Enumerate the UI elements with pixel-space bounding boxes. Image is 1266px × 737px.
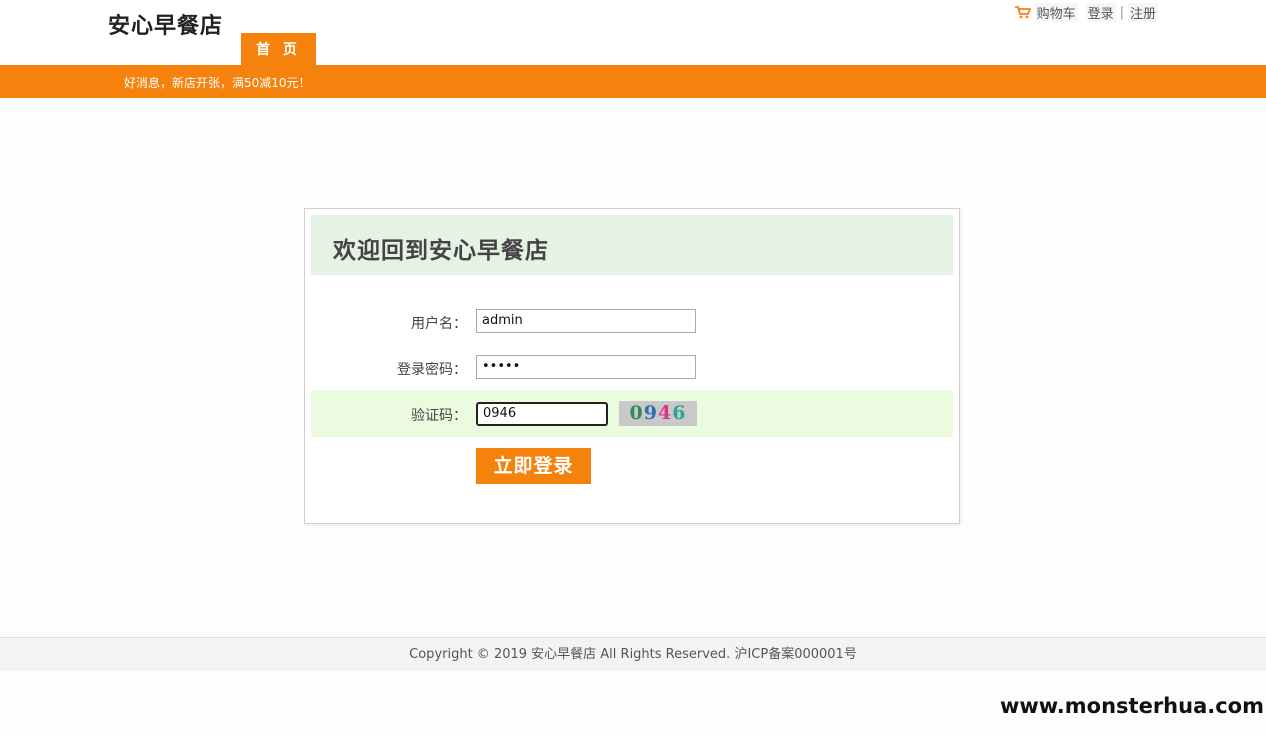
cart-link[interactable]: 购物车: [1014, 3, 1078, 22]
notice-bar: 好消息，新店开张，满50减10元！: [0, 65, 1266, 98]
password-label: 登录密码：: [397, 362, 467, 378]
watermark: www.monsterhua.com: [999, 694, 1264, 718]
username-label: 用户名：: [411, 316, 467, 332]
register-link[interactable]: 注册: [1127, 3, 1158, 22]
login-title: 欢迎回到安心早餐店: [333, 238, 549, 264]
captcha-digit: 9: [643, 402, 658, 424]
login-panel: 欢迎回到安心早餐店 用户名： admin 登录密码： ••••• 验证码： 09…: [304, 208, 960, 524]
link-separator: |: [1119, 5, 1124, 20]
captcha-input[interactable]: 0946: [476, 402, 608, 426]
password-input[interactable]: •••••: [476, 355, 696, 379]
captcha-image[interactable]: 0946: [619, 401, 697, 426]
site-logo[interactable]: 安心早餐店: [108, 8, 223, 40]
nav-home-tab[interactable]: 首 页: [241, 33, 316, 65]
cart-icon: [1014, 6, 1031, 19]
footer: Copyright © 2019 安心早餐店 All Rights Reserv…: [0, 637, 1266, 671]
captcha-digit: 0: [629, 402, 644, 424]
top-links: 购物车 登录 | 注册: [1014, 3, 1158, 22]
login-link[interactable]: 登录: [1085, 3, 1116, 22]
captcha-label: 验证码：: [411, 408, 467, 424]
username-input[interactable]: admin: [476, 309, 696, 333]
captcha-digit: 6: [672, 402, 687, 424]
login-title-bar: 欢迎回到安心早餐店: [311, 215, 953, 275]
login-submit-button[interactable]: 立即登录: [476, 448, 591, 484]
captcha-digit: 4: [658, 402, 673, 424]
header: 安心早餐店 首 页 购物车 登录 | 注册: [0, 0, 1266, 65]
notice-text: 好消息，新店开张，满50减10元！: [124, 76, 311, 90]
cart-link-label: 购物车: [1034, 3, 1078, 22]
